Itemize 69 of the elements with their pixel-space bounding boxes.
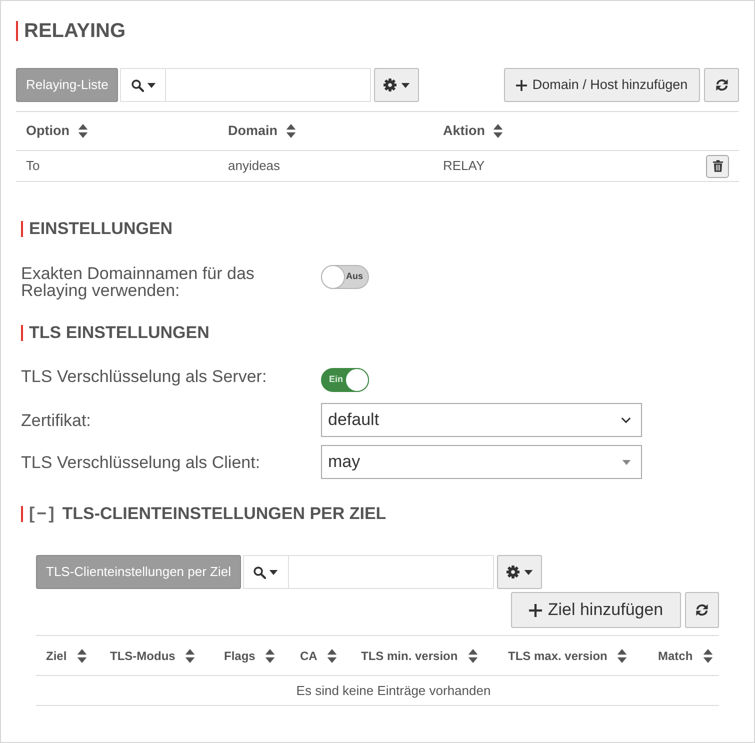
heading-accent-bar: [21, 506, 23, 522]
column-header[interactable]: TLS-Modus: [110, 646, 196, 664]
column-header[interactable]: Flags: [224, 646, 276, 664]
sort-icon: [617, 648, 628, 662]
plus-icon: [516, 80, 528, 90]
column-header[interactable]: TLS min. version: [361, 646, 478, 664]
column-header[interactable]: Option: [26, 120, 88, 142]
search-icon: [130, 78, 144, 92]
sort-icon: [185, 648, 196, 662]
refresh-button[interactable]: [685, 592, 719, 628]
add-button[interactable]: Ziel hinzufügen: [511, 592, 681, 628]
caret-icon: [269, 570, 278, 574]
refresh-button[interactable]: [704, 68, 739, 102]
trash-icon: [712, 160, 722, 172]
sort-icon: [78, 124, 88, 138]
collapse-toggle[interactable]: [−]: [29, 504, 56, 523]
field-label: TLS Verschlüsselung als Server:: [21, 368, 268, 385]
heading-accent-bar: [16, 21, 18, 41]
section-heading: EINSTELLUNGEN: [29, 219, 173, 238]
table-cell: anyideas: [228, 158, 280, 173]
plus-icon: [528, 604, 542, 616]
column-header[interactable]: Ziel: [46, 646, 87, 664]
column-header[interactable]: Match: [658, 646, 713, 664]
table-cell: To: [26, 158, 40, 173]
field-label: Exakten Domainnamen für das Relaying verwenden:: [21, 265, 256, 299]
sort-icon: [327, 648, 338, 662]
page-title: RELAYING: [24, 20, 126, 42]
toggle-switch[interactable]: Aus: [321, 265, 369, 289]
heading-accent-bar: [21, 220, 23, 236]
search-dropdown-button[interactable]: [242, 555, 289, 589]
column-header[interactable]: CA: [300, 646, 338, 664]
search-field[interactable]: [166, 68, 372, 102]
delete-button[interactable]: [706, 154, 729, 178]
select-field[interactable]: default: [321, 403, 642, 437]
sort-icon: [702, 648, 713, 662]
toggle-knob: [321, 265, 345, 289]
caret-icon: [524, 570, 533, 574]
search-dropdown-button[interactable]: [120, 68, 166, 102]
chevron-icon: [621, 416, 631, 424]
toggle-knob: [345, 368, 369, 392]
sort-icon: [286, 124, 296, 138]
column-header[interactable]: Aktion: [443, 120, 503, 142]
sort-icon: [265, 648, 276, 662]
field-label: Zertifikat:: [21, 412, 92, 428]
caret-icon: [401, 82, 410, 88]
toggle-switch[interactable]: Ein: [321, 368, 369, 392]
settings-dropdown-button[interactable]: [374, 68, 420, 102]
add-button[interactable]: Domain / Host hinzufügen: [504, 68, 700, 102]
refresh-icon: [695, 603, 709, 617]
caret-icon: [146, 82, 156, 88]
column-header[interactable]: Domain: [228, 120, 296, 142]
sort-icon: [468, 648, 478, 662]
search-icon: [253, 566, 266, 578]
column-header[interactable]: TLS max. version: [508, 646, 628, 664]
settings-dropdown-button[interactable]: [496, 555, 542, 589]
empty-table-message: Es sind keine Einträge vorhanden: [296, 682, 491, 700]
field-label: TLS Verschlüsselung als Client:: [21, 454, 262, 470]
section-heading: TLS-CLIENTEINSTELLUNGEN PER ZIEL: [62, 504, 386, 523]
caret-icon: [622, 460, 631, 464]
table-cell: RELAY: [443, 158, 485, 173]
section-heading: TLS EINSTELLUNGEN: [29, 323, 210, 342]
search-field[interactable]: [288, 555, 494, 589]
dropdown-field[interactable]: may: [321, 445, 642, 479]
gear-icon: [383, 78, 398, 92]
heading-accent-bar: [21, 324, 23, 340]
sort-icon: [76, 648, 87, 662]
gear-icon: [506, 565, 520, 579]
refresh-icon: [714, 78, 728, 92]
sort-icon: [493, 124, 503, 138]
